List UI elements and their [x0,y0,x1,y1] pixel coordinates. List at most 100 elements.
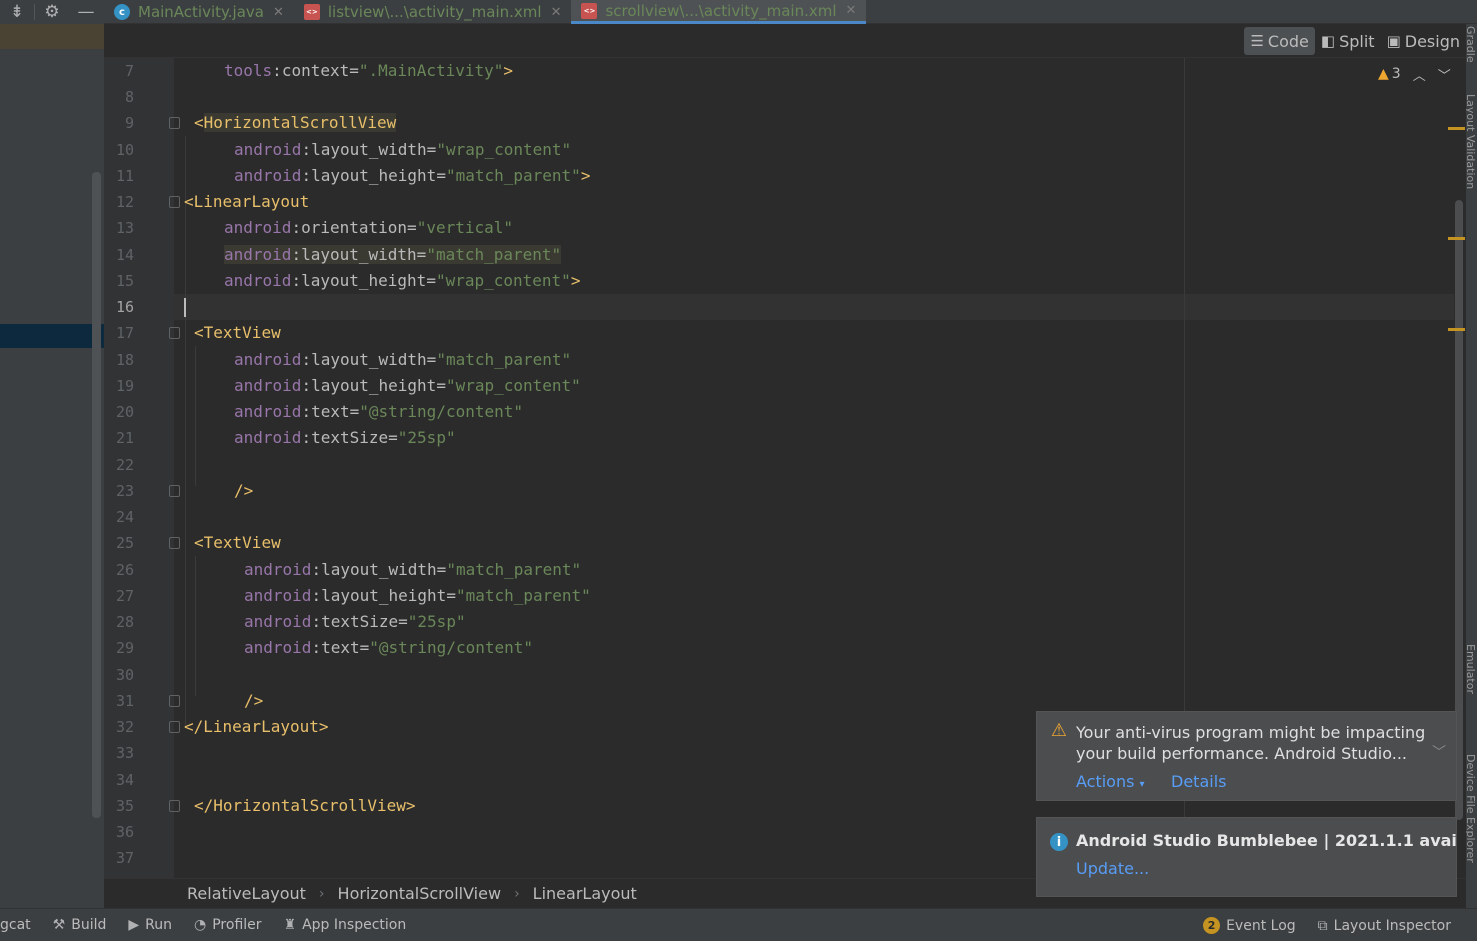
code-lines-icon: ☰ [1250,32,1264,50]
profiler-label: Profiler [212,917,262,933]
update-link[interactable]: Update... [1076,859,1149,878]
actions-dropdown[interactable]: Actions ▾ [1076,772,1145,791]
namespace-token: android [234,428,302,447]
attribute-token: textSize [321,612,399,631]
code-line-highlighted: android:layout_width="match_parent" [224,245,562,264]
fold-marker[interactable] [169,800,180,812]
run-label: Run [145,917,173,933]
code-line: </HorizontalScrollView> [194,796,416,815]
fold-marker[interactable] [169,117,180,129]
layout-inspector-tool-button[interactable]: ⧉ Layout Inspector [1318,918,1451,934]
profiler-tool-button[interactable]: ◔ Profiler [194,917,262,933]
project-tree-row-highlight[interactable] [0,24,104,49]
warning-count-value: 3 [1391,66,1401,82]
tag-token: HorizontalScrollView [213,796,406,815]
close-icon[interactable]: ✕ [273,5,284,20]
text-caret [184,298,186,317]
namespace-token: android [244,638,312,657]
editor-tab-bar: c MainActivity.java ✕ <> listview\...\ac… [104,0,1477,24]
line-number: 17 [115,324,134,342]
value-token: "@string/content" [369,638,534,657]
fold-marker[interactable] [169,485,180,497]
tab-label: scrollview\...\activity_main.xml [605,1,837,20]
tab-scrollview-activity-main[interactable]: <> scrollview\...\activity_main.xml ✕ [571,0,867,24]
design-mode-button[interactable]: ▣ Design [1381,27,1466,55]
namespace-token: android [234,350,302,369]
warning-stripe-mark[interactable] [1448,328,1465,331]
line-number: 12 [115,193,134,211]
split-mode-button[interactable]: ◧ Split [1315,27,1381,55]
collapse-all-icon[interactable]: ⇟ [0,0,34,24]
app-inspection-label: App Inspection [302,917,407,933]
fold-marker[interactable] [169,537,180,549]
value-token: "@string/content" [359,402,524,421]
code-line: android:layout_height="match_parent" [244,586,591,605]
antivirus-notification[interactable]: ⚠ Your anti-virus program might be impac… [1036,711,1457,801]
tab-main-activity[interactable]: c MainActivity.java ✕ [104,0,294,24]
code-line: android:layout_height="match_parent"> [234,166,591,185]
project-scrollbar[interactable] [92,172,101,818]
run-tool-button[interactable]: ▶ Run [128,917,172,933]
hide-panel-icon[interactable]: — [69,0,103,24]
warning-icon: ⚠ [1050,719,1068,741]
breadcrumb-item[interactable]: LinearLayout [533,884,637,903]
next-highlight-icon[interactable]: ﹀ [1438,65,1451,84]
expand-chevron-icon[interactable]: ﹀ [1432,742,1446,762]
tag-token: LinearLayout [193,192,310,211]
code-line: android:layout_width="match_parent" [244,560,582,579]
code-line: <LinearLayout [184,192,310,211]
line-number: 36 [115,823,134,841]
layout-inspector-label: Layout Inspector [1333,917,1451,934]
code-line: android:textSize="25sp" [234,428,456,447]
attribute-token: layout_height [321,586,447,605]
indent-guide [195,346,196,486]
code-mode-button[interactable]: ☰ Code [1244,27,1315,55]
notification-message: Your anti-virus program might be impacti… [1076,722,1436,764]
warning-stripe-mark[interactable] [1448,237,1465,240]
warning-count[interactable]: ▲ 3 [1378,66,1401,82]
breadcrumb-item[interactable]: RelativeLayout [187,884,306,903]
gear-icon[interactable]: ⚙ [35,0,69,24]
line-number: 33 [115,744,134,762]
tab-listview-activity-main[interactable]: <> listview\...\activity_main.xml ✕ [294,0,572,24]
code-line: android:text="@string/content" [244,638,534,657]
code-mode-label: Code [1267,31,1309,51]
attribute-token: layout_height [311,376,437,395]
android-icon: ♜ [283,917,297,933]
code-line: tools:context=".MainActivity"> [224,61,514,80]
build-tool-button[interactable]: ⚒ Build [53,917,107,933]
attribute-token: text [311,402,350,421]
close-icon[interactable]: ✕ [551,5,562,20]
event-log-badge: 2 [1203,917,1221,934]
value-token: "25sp" [397,428,456,447]
self-close-token: /> [234,481,254,500]
value-token: "25sp" [407,612,466,631]
line-number: 9 [124,114,134,132]
event-log-tool-button[interactable]: 2 Event Log [1203,917,1296,934]
attribute-token: layout_height [311,166,437,185]
line-number: 27 [115,587,134,605]
project-tree-row-selected[interactable] [0,324,104,348]
fold-marker[interactable] [169,695,180,707]
profiler-gauge-icon: ◔ [194,917,207,933]
update-notification[interactable]: i Android Studio Bumblebee | 2021.1.1 av… [1036,817,1457,897]
fold-marker[interactable] [169,721,180,733]
fold-marker[interactable] [169,196,180,208]
previous-highlight-icon[interactable]: ︿ [1413,65,1426,84]
inspection-widget[interactable]: ▲ 3 ︿ ﹀ [1378,64,1451,84]
value-token: "wrap_content" [436,140,572,159]
fold-marker[interactable] [169,327,180,339]
xml-file-icon: <> [581,2,598,19]
close-icon[interactable]: ✕ [846,3,857,18]
logcat-tool-button[interactable]: gcat [0,917,31,933]
details-link[interactable]: Details [1171,772,1226,791]
line-number: 8 [124,88,134,106]
self-close-token: /> [244,691,264,710]
namespace-token: tools [224,61,273,80]
app-inspection-tool-button[interactable]: ♜ App Inspection [284,917,407,933]
warning-stripe-mark[interactable] [1448,127,1465,130]
line-number: 18 [115,351,134,369]
value-token: "vertical" [416,218,514,237]
notification-title: Android Studio Bumblebee | 2021.1.1 avai… [1076,831,1456,850]
breadcrumb-item[interactable]: HorizontalScrollView [338,884,502,903]
